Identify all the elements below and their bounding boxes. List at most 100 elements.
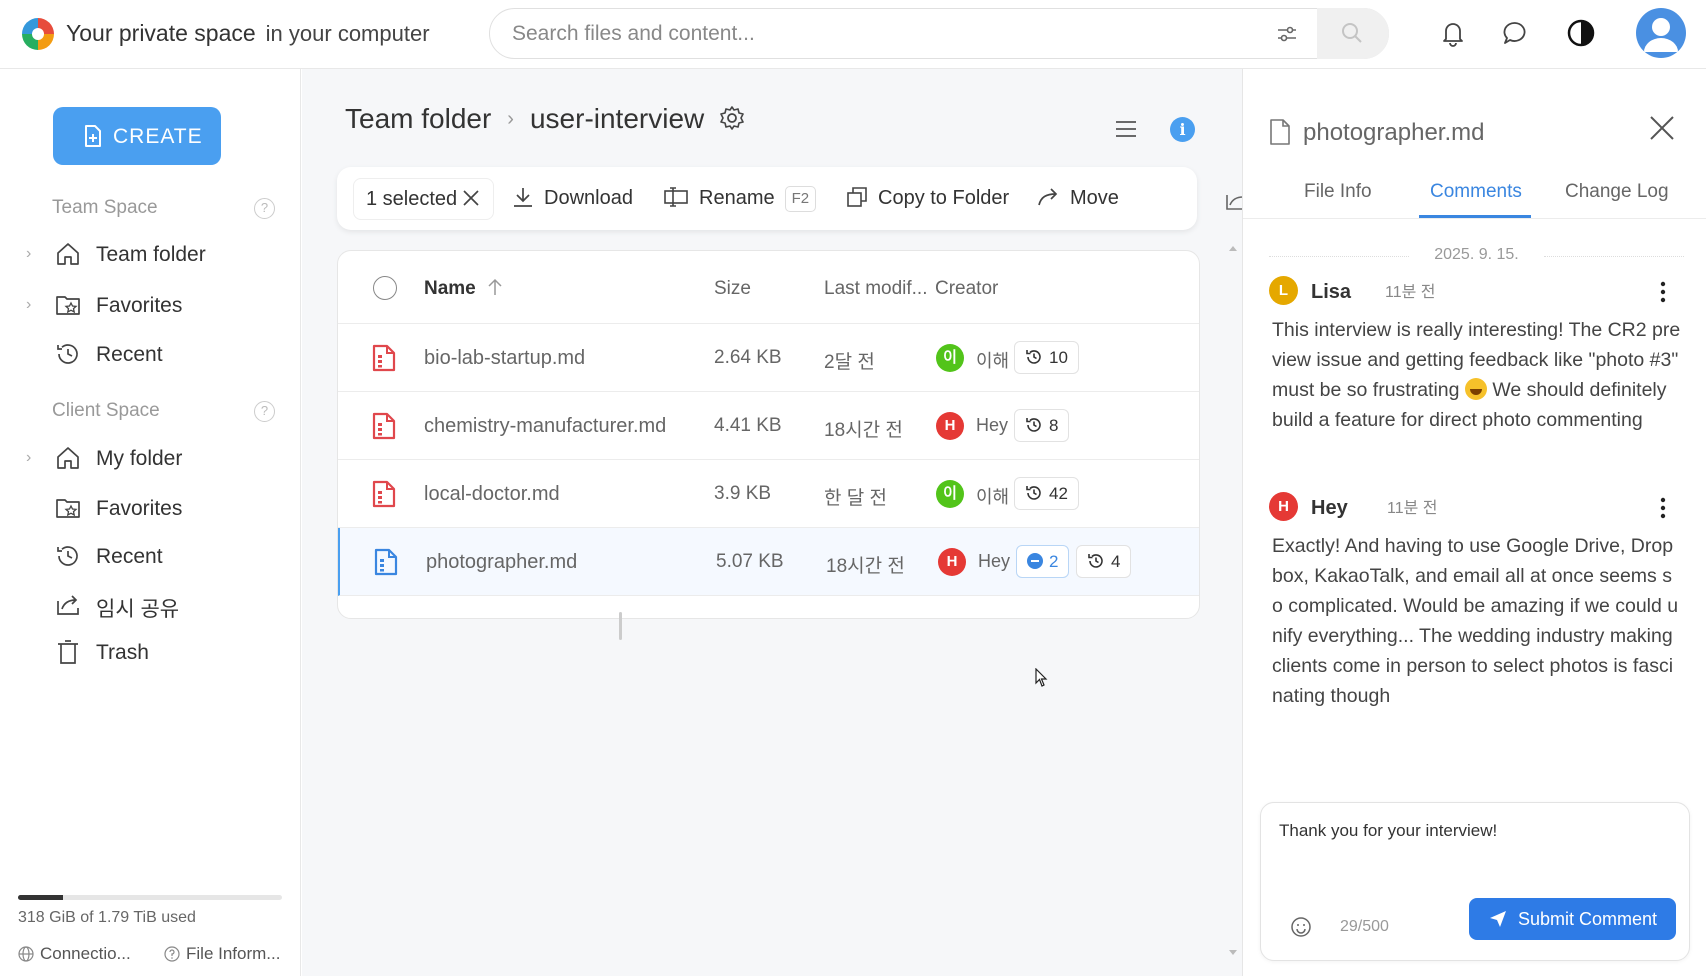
connection-status-link[interactable]: Connectio... <box>18 944 131 964</box>
sidebar-item-team-folder[interactable]: › Team folder <box>0 233 300 275</box>
version-count-badge[interactable]: 42 <box>1014 477 1079 510</box>
home-icon <box>57 447 79 469</box>
tab-comments[interactable]: Comments <box>1430 181 1522 203</box>
column-header-modified[interactable]: Last modif... <box>824 278 928 300</box>
selection-count: 1 selected <box>366 188 458 210</box>
user-avatar[interactable] <box>1636 8 1686 58</box>
sidebar-item-label: Trash <box>96 641 149 664</box>
document-icon <box>372 480 396 508</box>
file-info-link[interactable]: File Inform... <box>164 944 280 964</box>
tab-file-info[interactable]: File Info <box>1304 181 1372 203</box>
move-button[interactable]: Move <box>1036 167 1119 230</box>
creator-avatar: 이 <box>936 344 964 372</box>
theme-toggle-icon[interactable] <box>1566 18 1596 48</box>
app-logo[interactable] <box>22 18 54 50</box>
submit-comment-label: Submit Comment <box>1517 908 1658 929</box>
chevron-right-icon[interactable]: › <box>26 245 31 263</box>
move-icon <box>1038 188 1058 206</box>
comment-input[interactable]: Thank you for your interview! <box>1279 821 1669 881</box>
rename-label: Rename <box>699 187 775 209</box>
file-name[interactable]: local-doctor.md <box>424 483 560 506</box>
scroll-down-arrow[interactable] <box>1229 950 1237 955</box>
breadcrumb: Team folder › user-interview <box>345 103 746 135</box>
rename-button[interactable]: Rename F2 <box>663 167 817 230</box>
more-options-icon[interactable] <box>1660 281 1666 303</box>
breadcrumb-root[interactable]: Team folder <box>345 103 491 134</box>
table-row[interactable]: chemistry-manufacturer.md 4.41 KB 18시간 전 HH… <box>338 392 1199 460</box>
table-row[interactable]: photographer.md 5.07 KB 18시간 전 H Hey 2 4 <box>338 528 1199 596</box>
sidebar-item-label: My folder <box>96 447 183 470</box>
client-space-label: Client Space <box>52 400 160 421</box>
sort-ascending-icon[interactable] <box>487 278 503 296</box>
sidebar-item-label: Recent <box>96 545 163 568</box>
team-space-help-icon[interactable]: ? <box>254 198 275 219</box>
sidebar-item-label: Favorites <box>96 497 183 520</box>
panel-resize-handle[interactable] <box>619 612 622 640</box>
sidebar-item-team-favorites[interactable]: › Favorites <box>0 284 300 326</box>
search-input[interactable] <box>512 19 1272 49</box>
bell-icon[interactable] <box>1438 18 1468 48</box>
chat-icon[interactable] <box>1500 18 1530 48</box>
more-options-icon[interactable] <box>1660 497 1666 519</box>
comment-author: Lisa <box>1311 281 1352 303</box>
column-header-creator[interactable]: Creator <box>935 278 998 300</box>
history-icon <box>57 344 78 364</box>
document-icon <box>374 548 398 576</box>
chevron-right-icon[interactable]: › <box>26 296 31 314</box>
info-icon[interactable]: i <box>1170 117 1195 142</box>
history-icon <box>1026 418 1041 432</box>
version-count: 4 <box>1111 552 1121 571</box>
sidebar-item-my-folder[interactable]: › My folder <box>0 437 300 479</box>
star-folder-icon <box>56 499 80 518</box>
select-all-checkbox[interactable] <box>373 276 397 300</box>
send-icon <box>1489 910 1506 927</box>
file-name[interactable]: bio-lab-startup.md <box>424 347 585 370</box>
connection-status-label: Connectio... <box>40 944 131 963</box>
emoji-picker-icon[interactable] <box>1290 916 1312 938</box>
tab-change-log[interactable]: Change Log <box>1565 181 1669 203</box>
column-header-name[interactable]: Name <box>424 278 503 300</box>
list-view-icon[interactable] <box>1114 119 1138 139</box>
create-button[interactable]: CREATE <box>53 107 221 165</box>
comment-count-badge[interactable]: 2 <box>1016 545 1070 578</box>
version-count-badge[interactable]: 8 <box>1014 409 1070 442</box>
gear-icon[interactable] <box>718 104 746 132</box>
panel-file-name: photographer.md <box>1303 119 1485 146</box>
rename-icon <box>664 187 688 207</box>
user-icon <box>1644 18 1678 52</box>
scroll-up-arrow[interactable] <box>1229 246 1237 251</box>
column-header-size[interactable]: Size <box>714 278 751 300</box>
new-file-icon <box>85 125 101 147</box>
sidebar-item-client-recent[interactable]: Recent <box>0 535 300 577</box>
copy-to-folder-label: Copy to Folder <box>878 187 1010 209</box>
sidebar-item-team-recent[interactable]: Recent <box>0 333 300 375</box>
sidebar-item-client-favorites[interactable]: Favorites <box>0 487 300 529</box>
close-icon[interactable] <box>1648 114 1676 142</box>
sidebar-item-temp-share[interactable]: 임시 공유 <box>0 583 300 625</box>
creator-name: 이해 <box>976 351 1010 371</box>
creator-name: Hey <box>978 551 1011 571</box>
search-button[interactable] <box>1317 8 1389 59</box>
sidebar-item-trash[interactable]: Trash <box>0 631 300 673</box>
version-count: 42 <box>1049 484 1068 503</box>
file-name[interactable]: chemistry-manufacturer.md <box>424 415 666 438</box>
share-icon <box>57 595 79 615</box>
chevron-right-icon[interactable]: › <box>26 449 31 467</box>
table-row[interactable]: bio-lab-startup.md 2.64 KB 2달 전 이 이해 10 <box>338 324 1199 392</box>
creator-name: 이해 <box>976 487 1010 507</box>
submit-comment-button[interactable]: Submit Comment <box>1469 898 1676 940</box>
filter-icon[interactable] <box>1276 23 1298 45</box>
file-name[interactable]: photographer.md <box>426 551 577 574</box>
client-space-help-icon[interactable]: ? <box>254 401 275 422</box>
close-icon[interactable] <box>461 188 481 208</box>
copy-to-folder-button[interactable]: Copy to Folder <box>846 167 1009 230</box>
selection-chip[interactable]: 1 selected <box>353 178 495 220</box>
version-count-badge[interactable]: 10 <box>1014 341 1079 374</box>
version-count-badge[interactable]: 4 <box>1076 545 1132 578</box>
grinning-sweat-emoji-icon <box>1464 378 1487 400</box>
table-row[interactable]: local-doctor.md 3.9 KB 한 달 전 이 이해 42 <box>338 460 1199 528</box>
comment-text: Exactly! And having to use Google Drive,… <box>1272 535 1679 707</box>
app-title: Your private space in your computer <box>66 20 430 47</box>
download-button[interactable]: Download <box>512 167 633 230</box>
history-icon <box>1026 486 1041 500</box>
